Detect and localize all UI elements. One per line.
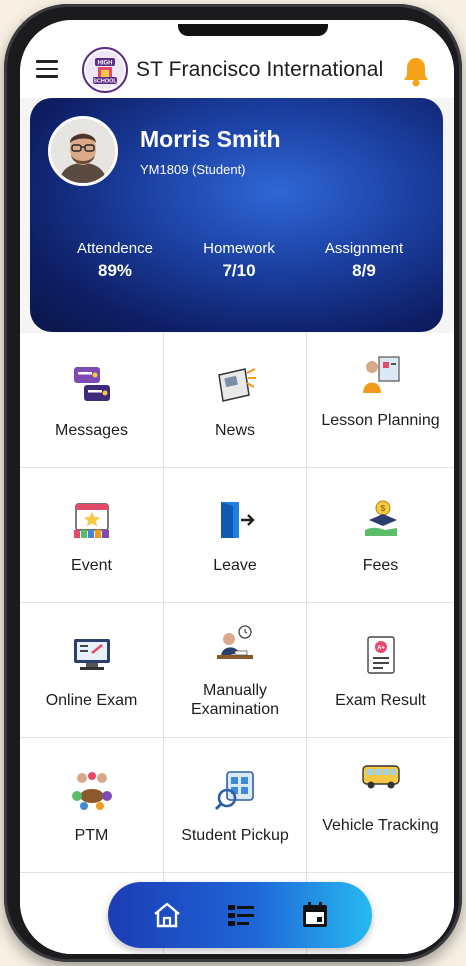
menu-item-label: Manually Examination [190, 682, 280, 718]
menu-item-label: Student Pickup [181, 827, 289, 844]
menu-grid: Messages News Lesson Planning Event Leav… [20, 333, 454, 954]
menu-item-lesson-planning[interactable]: Lesson Planning [307, 333, 454, 468]
stat-assignment: Assignment 8/9 [299, 240, 429, 281]
menu-item-label: Lesson Planning [321, 412, 440, 429]
student-name: Morris Smith [140, 126, 281, 152]
menu-item-event[interactable]: Event [20, 468, 164, 603]
bottom-navigation [108, 882, 372, 948]
menu-item-label: News [214, 422, 255, 439]
menu-item-vehicle-tracking[interactable]: Vehicle Tracking [307, 738, 454, 873]
app-screen: HIGH SCHOOL ST Francisco International M… [20, 20, 454, 954]
stat-value: 8/9 [352, 261, 376, 280]
menu-item-label: Event [71, 557, 112, 574]
menu-item-label: Vehicle Tracking [322, 817, 439, 834]
messages-icon [73, 367, 110, 401]
list-icon[interactable] [225, 899, 257, 931]
menu-item-label: Leave [213, 557, 257, 574]
notification-bell-icon[interactable] [402, 55, 430, 87]
menu-item-messages[interactable]: Messages [20, 333, 164, 468]
news-icon [218, 368, 256, 402]
menu-item-label: Fees [362, 557, 399, 574]
menu-item-leave[interactable]: Leave [164, 468, 307, 603]
svg-text:$: $ [380, 504, 385, 513]
leave-icon [221, 502, 255, 538]
logo-text-bottom: SCHOOL [93, 79, 117, 85]
stat-label: Assignment [324, 240, 404, 257]
logo-text-top: HIGH [98, 61, 113, 67]
stat-label: Attendence [77, 240, 153, 257]
school-logo: HIGH SCHOOL [82, 47, 128, 93]
menu-item-label: Messages [55, 422, 128, 439]
manual-examination-icon [217, 625, 253, 659]
student-profile-card: Morris Smith YM1809 (Student) Attendence… [30, 98, 443, 332]
hamburger-menu-icon[interactable] [36, 60, 58, 78]
menu-item-label: PTM [74, 827, 109, 844]
stat-value: 7/10 [222, 261, 256, 280]
menu-item-exam-result[interactable]: A+ Exam Result [307, 603, 454, 738]
student-pickup-icon [214, 771, 254, 811]
event-icon [73, 503, 109, 538]
phone-frame: HIGH SCHOOL ST Francisco International M… [4, 4, 462, 962]
exam-result-icon: A+ [366, 636, 395, 674]
menu-item-manually-examination[interactable]: Manually Examination [164, 603, 307, 738]
online-exam-icon [73, 639, 110, 670]
stat-attendance: Attendence 89% [50, 240, 180, 281]
menu-item-news[interactable]: News [164, 333, 307, 468]
phone-notch [178, 24, 328, 36]
home-icon[interactable] [151, 899, 183, 931]
student-avatar[interactable] [48, 116, 118, 186]
menu-item-fees[interactable]: $ Fees [307, 468, 454, 603]
menu-item-label: Online Exam [45, 692, 138, 709]
app-title: ST Francisco International [136, 58, 384, 81]
stat-label: Homework [203, 240, 275, 257]
stat-homework: Homework 7/10 [174, 240, 304, 281]
menu-item-label: Exam Result [335, 692, 426, 709]
lesson-planning-icon [362, 356, 400, 393]
vehicle-tracking-icon [361, 765, 400, 789]
student-id: YM1809 (Student) [140, 162, 246, 177]
ptm-icon [71, 772, 112, 810]
fees-icon: $ [364, 500, 397, 536]
calendar-icon[interactable] [299, 899, 331, 931]
stat-value: 89% [97, 261, 133, 280]
menu-item-student-pickup[interactable]: Student Pickup [164, 738, 307, 873]
svg-text:A+: A+ [377, 646, 385, 652]
menu-item-online-exam[interactable]: Online Exam [20, 603, 164, 738]
menu-item-ptm[interactable]: PTM [20, 738, 164, 873]
